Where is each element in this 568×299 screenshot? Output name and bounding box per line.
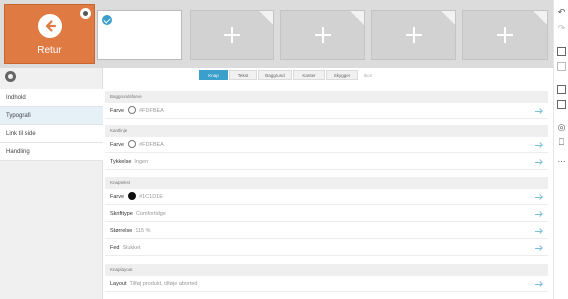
plus-icon <box>405 27 422 43</box>
paste-icon[interactable] <box>557 62 566 71</box>
arrow-right-icon <box>535 223 543 239</box>
bold-row[interactable]: Fed Slukket <box>105 240 548 256</box>
size-row[interactable]: Størrelse 115 % <box>105 223 548 239</box>
plus-icon <box>224 27 240 43</box>
font-value: Comfortidge <box>135 211 166 217</box>
border-thickness-value: Ingen <box>134 159 149 165</box>
back-button[interactable]: Retur <box>4 4 95 64</box>
section-header-background: Baggrundsfarve <box>105 91 548 103</box>
arrow-left-circle-icon <box>38 14 62 38</box>
section-header-layout: Knaplayout <box>105 264 548 276</box>
plus-icon <box>314 27 331 43</box>
right-toolbar: ↶ ↷ ◎ ⎕ ⋯ <box>553 0 568 299</box>
check-circle-icon <box>102 15 112 25</box>
gear-icon[interactable] <box>80 8 91 19</box>
tab-tekst[interactable]: Tekst <box>229 70 257 80</box>
color-swatch <box>128 106 137 114</box>
tab-ikon[interactable]: Ikon <box>359 70 377 80</box>
bold-value: Slukket <box>122 245 141 251</box>
bold-label: Fed <box>110 245 120 251</box>
page-fold-icon <box>350 11 364 25</box>
redo-icon[interactable]: ↷ <box>557 24 566 33</box>
arrow-right-icon <box>535 137 543 153</box>
undo-icon[interactable]: ↶ <box>557 8 566 17</box>
border-thickness-row[interactable]: Tykkelse Ingen <box>105 154 548 170</box>
section-header-text: Knaptekst <box>105 177 548 189</box>
page-fold-icon <box>259 11 273 25</box>
layout-value: Tilføj produkt, tilføje aborted <box>129 281 198 287</box>
add-screen-slot[interactable] <box>280 10 365 60</box>
trash-icon[interactable]: ⎕ <box>557 138 566 147</box>
color-swatch <box>128 140 137 148</box>
font-label: Skrifttype <box>110 211 133 217</box>
color-swatch <box>128 192 137 200</box>
back-button-label: Retur <box>37 45 62 56</box>
section-header-border: Kantlinje <box>105 125 548 137</box>
tab-kanter[interactable]: Kanter <box>293 70 325 80</box>
more-icon[interactable]: ⋯ <box>557 157 566 166</box>
tab-knap[interactable]: Knap <box>199 70 228 80</box>
duplicate-icon[interactable] <box>557 85 566 94</box>
arrow-right-icon <box>535 206 543 222</box>
size-value: 115 % <box>135 228 151 234</box>
background-color-label: Farve <box>110 108 125 114</box>
page-fold-icon <box>533 11 547 25</box>
sidebar-item-typografi[interactable]: Typografi <box>0 107 103 125</box>
arrow-right-icon <box>535 276 543 292</box>
border-color-value: #FDFBEA <box>139 142 164 148</box>
text-color-label: Farve <box>110 194 125 200</box>
page-fold-icon <box>441 11 455 25</box>
screen-thumbnail-selected[interactable] <box>97 10 182 60</box>
background-color-row[interactable]: Farve #FDFBEA <box>105 103 548 119</box>
arrow-right-icon <box>535 240 543 256</box>
background-color-value: #FDFBEA <box>139 108 164 114</box>
border-color-row[interactable]: Farve #FDFBEA <box>105 137 548 153</box>
add-screen-slot[interactable] <box>462 10 548 60</box>
screen-thumbnail-strip: Retur <box>0 0 553 68</box>
arrow-right-icon <box>535 189 543 205</box>
tab-baggrund[interactable]: Baggrund <box>258 70 292 80</box>
tab-bar: Knap Tekst Baggrund Kanter Skygger Ikon <box>199 70 378 80</box>
hide-icon[interactable]: ◎ <box>557 123 566 132</box>
tab-skygger[interactable]: Skygger <box>326 70 358 80</box>
plus-icon <box>497 27 513 43</box>
layout-label: Layout <box>110 281 127 287</box>
add-screen-slot[interactable] <box>371 10 456 60</box>
clone-icon[interactable] <box>557 100 566 109</box>
arrow-right-icon <box>535 154 543 170</box>
add-screen-slot[interactable] <box>190 10 274 60</box>
gear-icon[interactable] <box>5 71 16 82</box>
text-color-value: #1C1D1E <box>139 194 163 200</box>
border-color-label: Farve <box>110 142 125 148</box>
border-thickness-label: Tykkelse <box>110 159 132 165</box>
font-row[interactable]: Skrifttype Comfortidge <box>105 206 548 222</box>
layout-row[interactable]: Layout Tilføj produkt, tilføje aborted <box>105 276 548 292</box>
sidebar-item-link[interactable]: Link til side <box>0 125 103 143</box>
copy-icon[interactable] <box>557 47 566 56</box>
text-color-row[interactable]: Farve #1C1D1E <box>105 189 548 205</box>
sidebar-item-indhold[interactable]: Indhold <box>0 89 103 107</box>
sidebar-item-handling[interactable]: Handling <box>0 143 103 161</box>
size-label: Størrelse <box>110 228 133 234</box>
arrow-right-icon <box>535 103 543 119</box>
